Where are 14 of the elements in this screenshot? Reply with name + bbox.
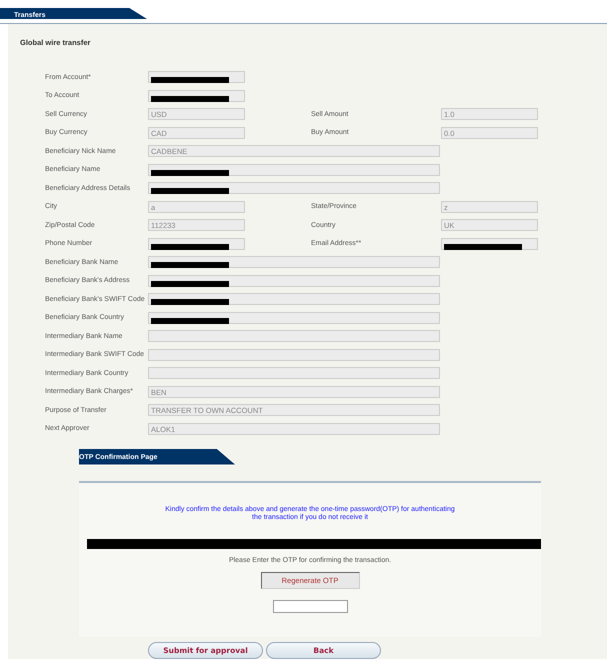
text-field[interactable] (148, 256, 440, 268)
text-field[interactable] (148, 164, 440, 176)
text-field[interactable] (148, 330, 440, 342)
text-field[interactable] (148, 71, 245, 83)
text-field[interactable] (148, 182, 440, 194)
text-field[interactable] (148, 274, 440, 286)
text-field[interactable] (441, 238, 538, 250)
otp-input-field[interactable] (272, 600, 348, 612)
text-field[interactable] (148, 238, 245, 250)
text-field[interactable] (148, 293, 440, 305)
text-field[interactable] (148, 312, 440, 324)
text-field[interactable] (148, 348, 440, 360)
text-field[interactable] (148, 90, 245, 102)
text-field[interactable] (148, 367, 440, 379)
